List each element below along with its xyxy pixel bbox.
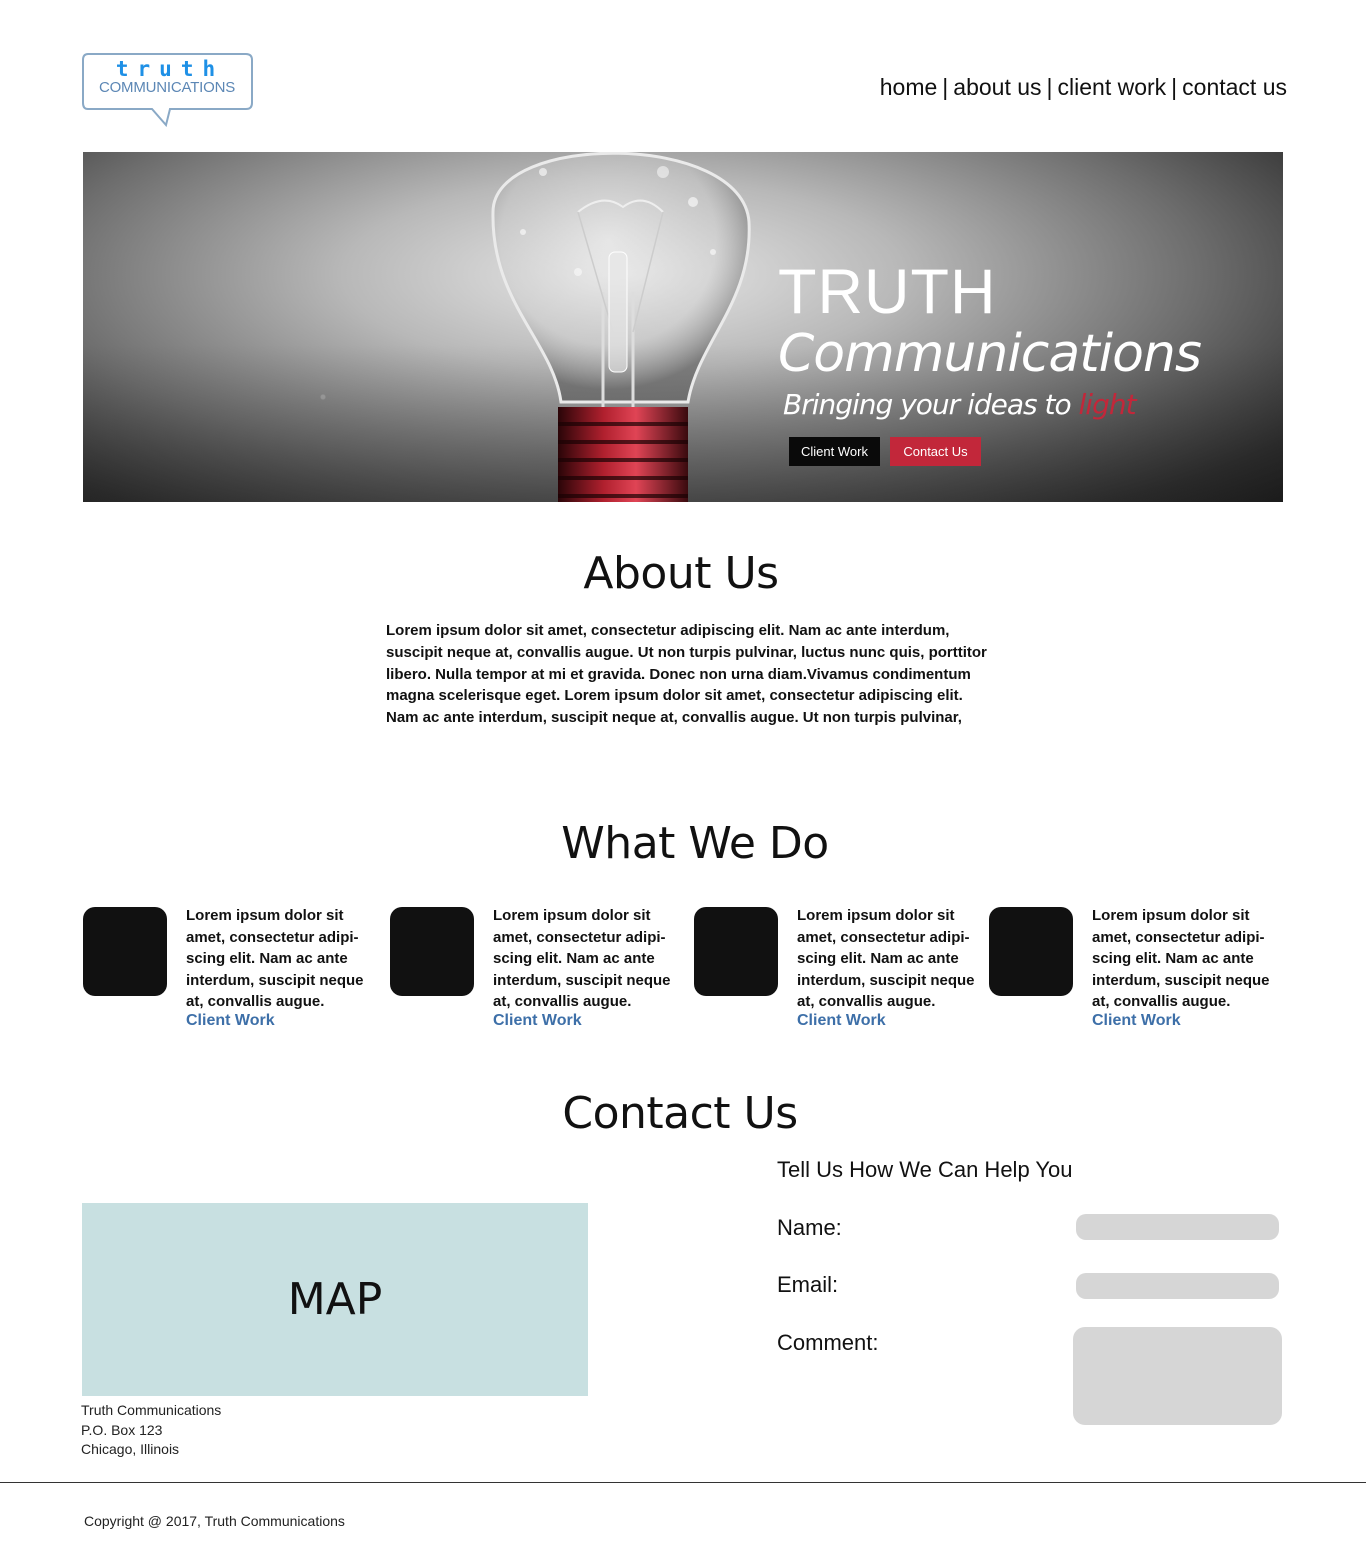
light-bulb-image xyxy=(491,152,751,502)
service-card: Lorem ipsum dolor sit amet, consectetur … xyxy=(694,905,984,1035)
service-text: Lorem ipsum dolor sit amet, consectetur … xyxy=(186,907,364,1011)
service-text: Lorem ipsum dolor sit amet, consectetur … xyxy=(797,907,975,1011)
map-label: MAP xyxy=(287,1274,383,1325)
service-client-work-link[interactable]: Client Work xyxy=(1092,1012,1181,1030)
service-icon xyxy=(83,907,167,996)
logo-bottom-text: COMMUNICATIONS xyxy=(98,79,236,96)
service-client-work-link[interactable]: Client Work xyxy=(493,1012,582,1030)
service-icon xyxy=(390,907,474,996)
service-card: Lorem ipsum dolor sit amet, consectetur … xyxy=(83,905,373,1035)
address-line: Chicago, Illinois xyxy=(81,1441,180,1457)
nav-separator: | xyxy=(942,74,949,100)
service-text: Lorem ipsum dolor sit amet, consectetur … xyxy=(1092,907,1270,1011)
comment-label: Comment: xyxy=(777,1330,879,1355)
contact-heading: Contact Us xyxy=(562,1088,798,1139)
about-body: Lorem ipsum dolor sit amet, consectetur … xyxy=(386,622,987,727)
nav-client-work[interactable]: client work xyxy=(1058,74,1167,100)
logo-top-text: truth xyxy=(115,57,225,81)
address-line: Truth Communications xyxy=(81,1402,222,1418)
hero-banner: TRUTH Communications Bringing your ideas… xyxy=(83,152,1283,502)
service-client-work-link[interactable]: Client Work xyxy=(186,1012,275,1030)
service-text: Lorem ipsum dolor sit amet, consectetur … xyxy=(493,907,671,1011)
hero-tagline-main: Bringing your ideas to xyxy=(783,388,1072,421)
comment-field[interactable] xyxy=(1073,1327,1282,1425)
nav-separator: | xyxy=(1046,74,1053,100)
nav-separator: | xyxy=(1171,74,1178,100)
name-field[interactable] xyxy=(1076,1214,1279,1240)
main-nav: home | about us | client work | contact us xyxy=(880,74,1287,101)
contact-form-title: Tell Us How We Can Help You xyxy=(777,1157,1073,1182)
hero-client-work-button[interactable]: Client Work xyxy=(789,437,880,466)
hero-subtitle: Communications xyxy=(778,324,1202,384)
hero-tagline-accent: light xyxy=(1078,388,1137,421)
address-line: P.O. Box 123 xyxy=(81,1421,163,1438)
hero-tagline: Bringing your ideas to light xyxy=(783,388,1137,422)
nav-home[interactable]: home xyxy=(880,74,938,100)
about-heading: About Us xyxy=(583,548,779,599)
hero-title: TRUTH xyxy=(778,257,997,327)
service-card: Lorem ipsum dolor sit amet, consectetur … xyxy=(989,905,1279,1035)
name-label: Name: xyxy=(777,1215,842,1240)
what-we-do-heading: What We Do xyxy=(561,818,829,869)
address-block: Truth Communications P.O. Box 123 Chicag… xyxy=(81,1401,221,1460)
service-icon xyxy=(989,907,1073,996)
service-card: Lorem ipsum dolor sit amet, consectetur … xyxy=(390,905,680,1035)
nav-contact-us[interactable]: contact us xyxy=(1182,74,1287,100)
map-placeholder[interactable]: MAP xyxy=(82,1203,588,1396)
email-label: Email: xyxy=(777,1272,839,1297)
footer-divider xyxy=(0,1482,1366,1483)
copyright-text: Copyright @ 2017, Truth Communications xyxy=(84,1513,345,1529)
service-icon xyxy=(694,907,778,996)
email-field[interactable] xyxy=(1076,1273,1279,1299)
service-client-work-link[interactable]: Client Work xyxy=(797,1012,886,1030)
hero-contact-us-button[interactable]: Contact Us xyxy=(890,437,981,466)
nav-about-us[interactable]: about us xyxy=(953,74,1041,100)
logo[interactable]: truth COMMUNICATIONS xyxy=(82,53,254,127)
